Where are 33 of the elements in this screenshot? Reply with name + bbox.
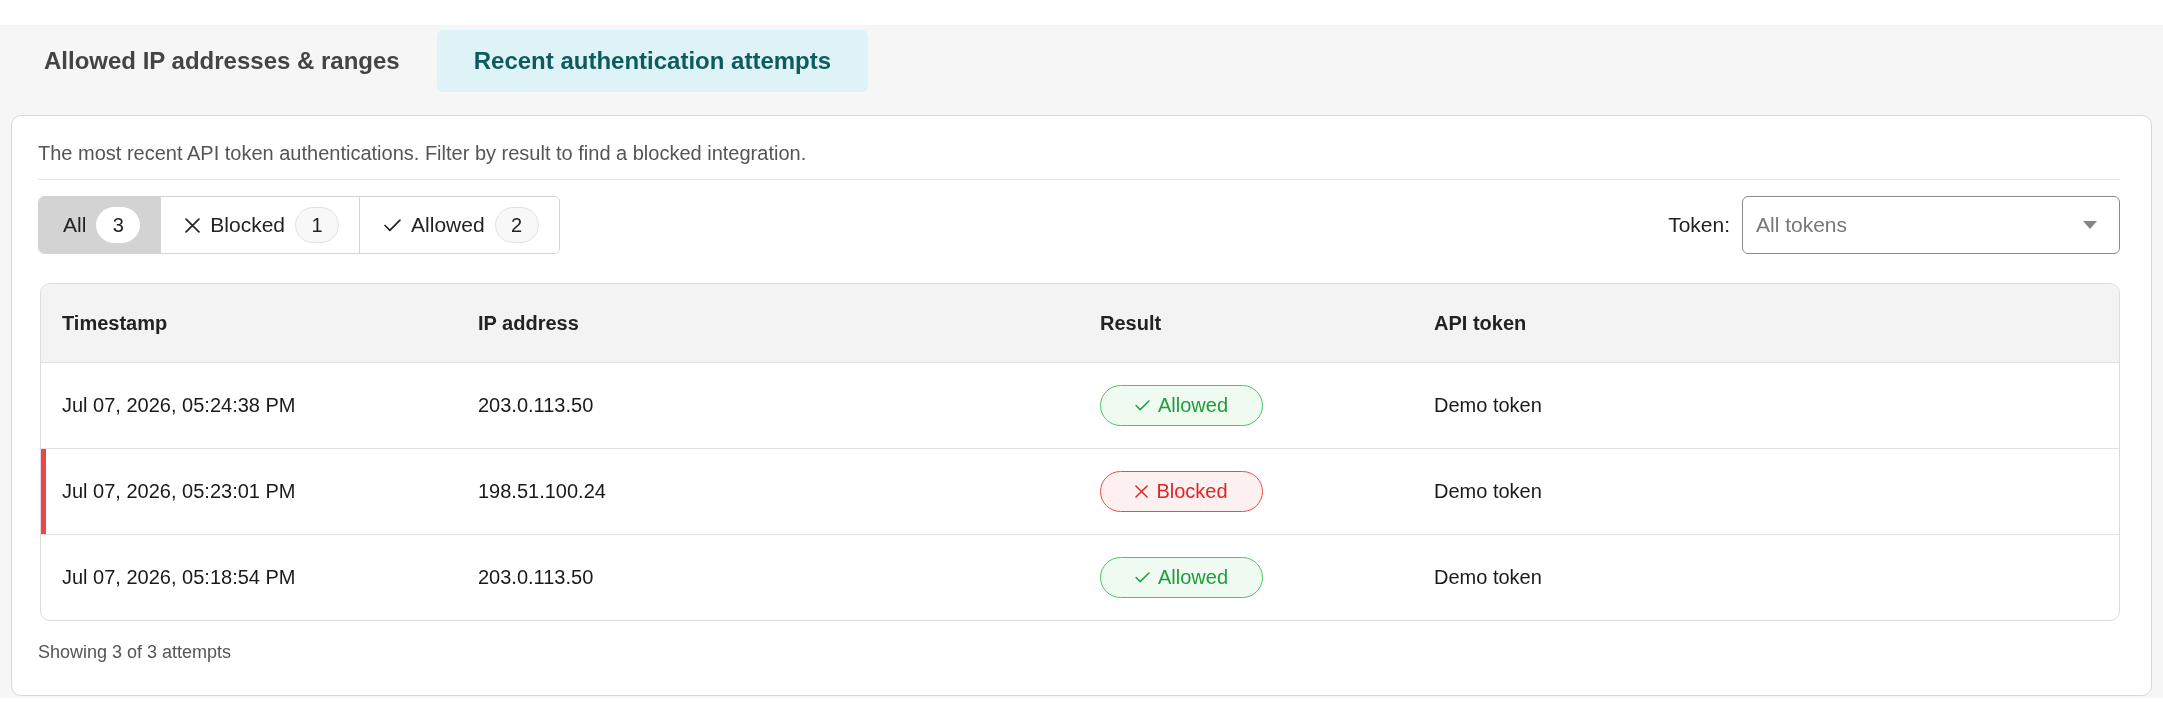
close-icon (185, 217, 201, 233)
close-icon (1135, 485, 1149, 498)
check-icon (1134, 400, 1150, 411)
status-text: Allowed (1157, 566, 1228, 589)
ip-address-cell-text: 203.0.113.50 (477, 394, 595, 417)
timestamp-cell-text: Jul 07, 2026, 05:23:01 PM (61, 480, 297, 503)
ip-address-cell-text: 198.51.100.24 (477, 480, 607, 503)
api-token-cell-text: Demo token (1433, 394, 1543, 417)
timestamp-cell-text: Jul 07, 2026, 05:18:54 PM (61, 566, 297, 589)
results-count-text: Showing 3 of 3 attempts (38, 641, 233, 664)
count-badge: 3 (96, 207, 141, 243)
token-label: Token: (1668, 213, 1730, 237)
column-header: IP address (477, 311, 580, 335)
status-text: Blocked (1156, 480, 1228, 503)
check-icon (1134, 572, 1150, 583)
filter-button[interactable]: Allowed 2 (359, 197, 559, 253)
filter-button[interactable]: All 3 (39, 197, 161, 253)
count-badge: 1 (295, 207, 340, 243)
description-text: The most recent API token authentications. Filter by result to find a blocked integration. (38, 141, 808, 166)
column-header: Timestamp (61, 311, 169, 335)
api-token-cell-text: Demo token (1433, 566, 1543, 589)
tab[interactable]: Allowed IP addresses & ranges (7, 30, 437, 92)
column-header: API token (1433, 311, 1528, 335)
column-header: Result (1099, 311, 1163, 335)
api-token-cell-text: Demo token (1433, 480, 1543, 503)
tab[interactable]: Recent authentication attempts (436, 30, 869, 92)
token-dropdown[interactable]: All tokens (1742, 196, 2120, 254)
timestamp-cell-text: Jul 07, 2026, 05:24:38 PM (61, 394, 297, 417)
ip-address-cell-text: 203.0.113.50 (477, 566, 595, 589)
check-icon (384, 218, 402, 232)
status-text: Allowed (1157, 394, 1228, 417)
count-badge: 2 (494, 207, 539, 243)
caret-icon (2083, 221, 2097, 229)
